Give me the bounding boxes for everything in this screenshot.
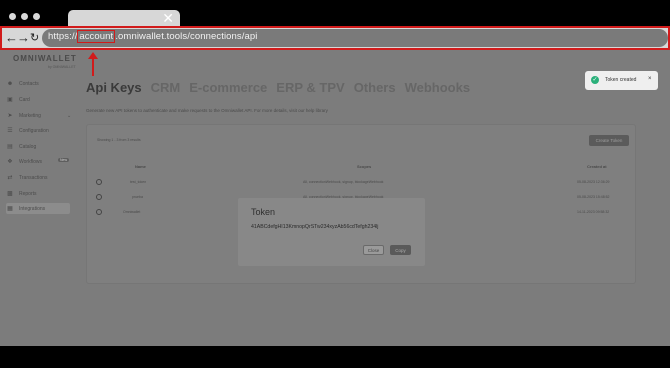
create-token-button[interactable]: Create Token <box>589 135 629 146</box>
sidebar-item-reports[interactable]: ▩ Reports <box>6 188 70 199</box>
sidebar: OMNIWALLET by OMNIWALLET ☻ Contacts ▣ Ca… <box>0 50 78 346</box>
connection-tabs: Api Keys CRM E-commerce ERP & TPV Others… <box>86 80 470 95</box>
sidebar-item-transactions[interactable]: ⇄ Transactions <box>6 172 70 183</box>
sidebar-item-integrations[interactable]: ▦ Integrations <box>6 203 70 214</box>
tab-webhooks[interactable]: Webhooks <box>405 80 471 95</box>
url-highlight-account: account <box>77 30 116 43</box>
browser-toolbar: ← → ↻ https://account .omniwallet.tools/c… <box>0 26 670 50</box>
logo-subtitle: by OMNIWALLET <box>48 65 76 69</box>
column-header-scopes: Scopes <box>357 164 372 169</box>
workflow-icon: ❖ <box>7 159 13 165</box>
tab-api-keys[interactable]: Api Keys <box>86 80 142 95</box>
toast-close-icon[interactable]: × <box>648 76 652 82</box>
chevron-down-icon: ⌄ <box>67 112 72 119</box>
token-created: 05-08-2023 12:36:29 <box>577 180 610 184</box>
url-text: https://account .omniwallet.tools/connect… <box>48 30 258 43</box>
token-modal: Token 41ABCdefgHI13KmnopQrSTw234xyzAb56c… <box>238 198 425 266</box>
token-created: 05-08-2023 15:48:52 <box>577 195 610 199</box>
sidebar-item-label: Integrations <box>19 205 46 212</box>
sidebar-item-card[interactable]: ▣ Card <box>6 94 70 105</box>
integrations-icon: ▦ <box>7 206 13 212</box>
sidebar-item-workflows[interactable]: ❖ Workflows New <box>6 156 70 167</box>
sliders-icon: ☰ <box>7 128 13 134</box>
page-viewport: OMNIWALLET by OMNIWALLET ☻ Contacts ▣ Ca… <box>0 50 670 346</box>
copy-button[interactable]: Copy <box>390 245 411 255</box>
tab-others[interactable]: Others <box>354 80 396 95</box>
sidebar-item-label: Workflows <box>19 158 42 165</box>
user-icon: ☻ <box>6 80 14 87</box>
token-created: 14-11-2023 09:58:32 <box>577 210 610 214</box>
toast-text: Token created <box>605 77 637 83</box>
catalog-icon: ▤ <box>7 144 13 150</box>
window-close-dot[interactable] <box>9 13 16 20</box>
column-header-created: Created at <box>587 164 607 169</box>
chart-icon: ▩ <box>7 191 13 197</box>
url-rest: .omniwallet.tools/connections/api <box>115 31 258 42</box>
table-row[interactable]: test_token All, connectionWebhook, signu… <box>87 176 637 191</box>
row-radio[interactable] <box>96 179 102 185</box>
screen-frame: ✕ ← → ↻ https://account .omniwallet.tools… <box>0 0 670 368</box>
row-radio[interactable] <box>96 194 102 200</box>
sidebar-item-marketing[interactable]: ➤ Marketing ⌄ <box>6 110 72 121</box>
sidebar-item-configuration[interactable]: ☰ Configuration <box>6 125 70 136</box>
tab-crm[interactable]: CRM <box>151 80 181 95</box>
transactions-icon: ⇄ <box>7 175 13 181</box>
token-value: 41ABCdefgHI13KmnopQrSTw234xyzAb56cdTefgh… <box>251 224 379 230</box>
sidebar-item-label: Contacts <box>19 80 39 87</box>
close-button[interactable]: Close <box>363 245 384 255</box>
row-radio[interactable] <box>96 209 102 215</box>
api-description: Generate new API tokens to authenticate … <box>86 108 328 113</box>
browser-tab[interactable]: ✕ <box>68 10 180 27</box>
megaphone-icon: ➤ <box>7 113 13 119</box>
sidebar-item-label: Card <box>19 96 30 103</box>
column-header-name: Name <box>135 164 146 169</box>
sidebar-item-label: Catalog <box>19 143 37 150</box>
tab-ecommerce[interactable]: E-commerce <box>189 80 267 95</box>
annotation-arrow-head <box>87 52 98 59</box>
logo: OMNIWALLET <box>13 54 77 63</box>
card-icon: ▣ <box>7 97 13 103</box>
new-badge: New <box>58 158 70 162</box>
address-bar[interactable]: https://account .omniwallet.tools/connect… <box>42 29 668 47</box>
reload-icon[interactable]: ↻ <box>30 30 39 46</box>
results-count: Showing 1 - 3 from 3 results <box>97 138 141 142</box>
success-toast: ✓ Token created × <box>585 71 658 90</box>
window-zoom-dot[interactable] <box>33 13 40 20</box>
modal-title: Token <box>251 207 276 217</box>
sidebar-item-label: Reports <box>19 190 37 197</box>
token-name: test_token <box>130 180 147 184</box>
sidebar-item-contacts[interactable]: ☻ Contacts <box>6 78 70 89</box>
forward-arrow-icon[interactable]: → <box>17 30 30 46</box>
sidebar-item-label: Configuration <box>19 127 49 134</box>
window-minimize-dot[interactable] <box>21 13 28 20</box>
tab-erp-tpv[interactable]: ERP & TPV <box>276 80 344 95</box>
sidebar-item-label: Marketing <box>19 112 41 119</box>
token-scopes: All, connectionWebhook, signup, blockage… <box>303 180 384 184</box>
bottom-bezel <box>0 346 670 368</box>
token-name: Omniwallet <box>123 210 141 214</box>
tab-close-icon[interactable]: ✕ <box>162 11 174 25</box>
token-name: prueba <box>132 195 143 199</box>
url-prefix: https:// <box>48 31 78 42</box>
sidebar-item-catalog[interactable]: ▤ Catalog <box>6 141 70 152</box>
annotation-arrow-shaft <box>92 58 94 76</box>
check-icon: ✓ <box>591 76 599 84</box>
sidebar-item-label: Transactions <box>19 174 48 181</box>
browser-titlebar: ✕ <box>0 0 670 27</box>
